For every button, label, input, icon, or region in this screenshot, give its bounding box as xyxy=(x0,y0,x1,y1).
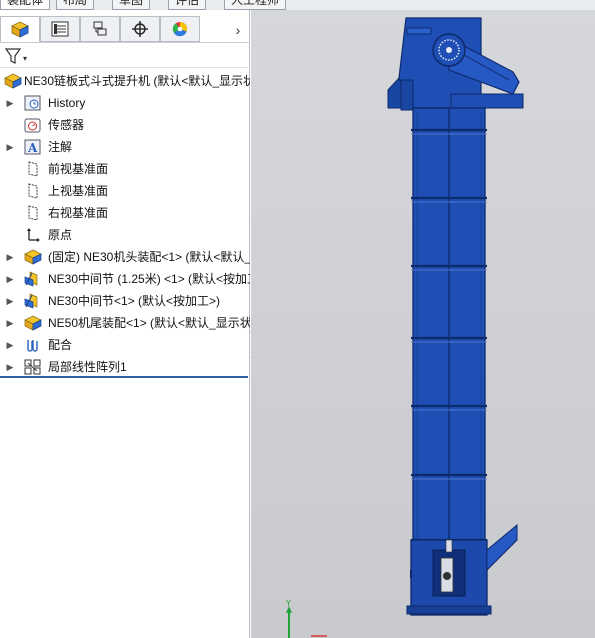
tree-item-history[interactable]: ▶ History xyxy=(0,92,250,114)
origin-icon xyxy=(24,227,42,243)
bucket-elevator-model[interactable]: Y xyxy=(251,10,595,638)
filter-button[interactable]: ▾ xyxy=(4,46,30,66)
crosshair-icon xyxy=(132,21,148,37)
property-manager-tab[interactable] xyxy=(40,16,80,42)
assembly-icon xyxy=(24,315,42,331)
tree-root[interactable]: NE30链板式斗式提升机 (默认<默认_显示状态-1>) xyxy=(0,70,250,92)
tab-layout[interactable]: 布局 xyxy=(56,0,95,10)
tree-item-label: NE30中间节 (1.25米) <1> (默认<按加工>) xyxy=(48,272,250,286)
tree-item-middle-section-125[interactable]: ▶ NE30中间节 (1.25米) <1> (默认<按加工>) xyxy=(0,268,250,290)
tree-item-origin[interactable]: 原点 xyxy=(0,224,250,246)
tree-item-middle-section[interactable]: ▶ NE30中间节<1> (默认<按加工>) xyxy=(0,290,250,312)
part-icon xyxy=(24,271,42,287)
expand-arrow-icon[interactable]: ▶ xyxy=(5,92,15,114)
plane-icon xyxy=(24,183,42,199)
tree-item-top-plane[interactable]: 上视基准面 xyxy=(0,180,250,202)
feature-manager-tab[interactable] xyxy=(0,16,40,42)
tree-item-label: 配合 xyxy=(48,338,73,352)
tree-item-tail-assembly[interactable]: ▶ NE50机尾装配<1> (默认<默认_显示状态-1>) xyxy=(0,312,250,334)
tree-item-mates[interactable]: ▶ 配合 xyxy=(0,334,250,356)
tree-item-label: 前视基准面 xyxy=(48,162,109,176)
tree-item-front-plane[interactable]: 前视基准面 xyxy=(0,158,250,180)
expand-arrow-icon[interactable]: ▶ xyxy=(5,246,15,268)
plane-icon xyxy=(24,205,42,221)
configuration-manager-tab[interactable] xyxy=(80,16,120,42)
tree-item-label: 注解 xyxy=(48,140,73,154)
panel-tab-bar: › xyxy=(0,16,250,42)
tree-item-label: History xyxy=(48,96,86,110)
tree-item-label: NE30中间节<1> (默认<按加工>) xyxy=(48,294,221,308)
plane-icon xyxy=(24,161,42,177)
property-list-icon xyxy=(51,21,69,37)
tree-item-label: 局部线性阵列1 xyxy=(48,360,127,374)
command-manager-tabs: 装配体 布局 草图 评估 人工程师 xyxy=(0,0,595,10)
tree-root-label: NE30链板式斗式提升机 (默认<默认_显示状态-1>) xyxy=(24,74,250,88)
tree-item-annotations[interactable]: ▶ A 注解 xyxy=(0,136,250,158)
tree-item-label: (固定) NE30机头装配<1> (默认<默认_显示状态-1>) xyxy=(48,250,250,264)
expand-arrow-icon[interactable]: ▶ xyxy=(5,136,15,158)
tree-item-label: 右视基准面 xyxy=(48,206,109,220)
display-manager-tab[interactable] xyxy=(160,16,200,42)
filter-icon: ▾ xyxy=(4,48,27,64)
tree-item-sensors[interactable]: 传感器 xyxy=(0,114,250,136)
tab-sketch[interactable]: 草图 xyxy=(112,0,151,10)
tree-item-right-plane[interactable]: 右视基准面 xyxy=(0,202,250,224)
expand-arrow-icon[interactable]: ▶ xyxy=(5,268,15,290)
tree-item-label: 上视基准面 xyxy=(48,184,109,198)
svg-text:A: A xyxy=(27,141,38,155)
part-icon xyxy=(24,293,42,309)
svg-text:Y: Y xyxy=(285,599,291,608)
expand-arrow-icon[interactable]: ▶ xyxy=(5,334,15,356)
tab-assembly[interactable]: 装配体 xyxy=(0,0,51,10)
coordinate-triad: Y xyxy=(285,599,327,638)
tab-evaluate[interactable]: 评估 xyxy=(168,0,207,10)
sensor-icon xyxy=(24,117,42,133)
expand-arrow-icon[interactable]: ▶ xyxy=(5,290,15,312)
dimxpert-manager-tab[interactable] xyxy=(120,16,160,42)
feature-manager-panel: › ▾ NE30链板式斗式提升机 (默认<默认_显示状态-1>) ▶ xyxy=(0,10,250,638)
mates-icon xyxy=(24,337,42,353)
panel-expand-arrow[interactable]: › xyxy=(228,20,248,40)
configuration-icon xyxy=(93,21,107,36)
pattern-icon xyxy=(24,359,42,375)
graphics-viewport[interactable]: Y xyxy=(251,10,595,638)
annotation-icon: A xyxy=(24,139,42,155)
assembly-icon xyxy=(11,21,29,38)
assembly-icon xyxy=(24,249,42,265)
tree-item-label: 原点 xyxy=(48,228,73,242)
filter-bar: ▾ xyxy=(0,42,250,68)
tree-item-label: NE50机尾装配<1> (默认<默认_显示状态-1>) xyxy=(48,316,250,330)
panel-divider xyxy=(0,376,248,378)
tree-item-linear-pattern[interactable]: ▶ 局部线性阵列1 xyxy=(0,356,250,378)
history-icon xyxy=(24,95,42,111)
expand-arrow-icon[interactable]: ▶ xyxy=(5,356,15,378)
tree-item-label: 传感器 xyxy=(48,118,85,132)
tab-engineer[interactable]: 人工程师 xyxy=(224,0,287,10)
color-wheel-icon xyxy=(172,22,187,37)
svg-text:▾: ▾ xyxy=(23,54,27,63)
expand-arrow-icon[interactable]: ▶ xyxy=(5,312,15,334)
tree-item-head-assembly[interactable]: ▶ (固定) NE30机头装配<1> (默认<默认_显示状态-1>) xyxy=(0,246,250,268)
assembly-icon xyxy=(4,73,22,89)
